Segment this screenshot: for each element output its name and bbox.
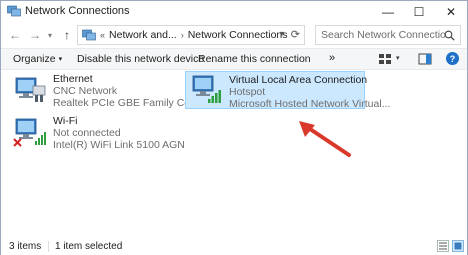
title-bar: Network Connections — ☐ ✕	[1, 1, 467, 23]
details-view-icon[interactable]	[437, 240, 449, 252]
rename-connection-button[interactable]: Rename this connection	[198, 53, 311, 65]
address-bar[interactable]: « Network and... › Network Connections ▾…	[77, 25, 305, 45]
close-icon: ✕	[445, 5, 457, 19]
chevron-down-icon: ▾	[47, 30, 52, 40]
organize-menu[interactable]: Organize ▾	[13, 53, 62, 65]
disable-device-button[interactable]: Disable this network device	[77, 53, 204, 65]
item-count: 3 items	[9, 241, 42, 252]
forward-button[interactable]: →	[27, 26, 43, 44]
wifi-adapter-disconnected-icon	[13, 118, 46, 147]
status-divider	[48, 241, 49, 252]
help-button[interactable]: ?	[446, 52, 459, 65]
status-bar: 3 items 1 item selected	[1, 238, 467, 255]
connection-name: Wi-Fi	[53, 115, 78, 127]
annotation-arrow-icon	[299, 121, 351, 157]
breadcrumb-separator-icon[interactable]: ›	[181, 30, 184, 40]
back-arrow-icon: ←	[9, 28, 21, 42]
search-icon	[444, 30, 455, 41]
recent-locations-button[interactable]: ▾	[45, 26, 55, 44]
address-bar-row: ← → ▾ ↑ « Network and... › Network Conne…	[1, 23, 467, 47]
connection-name: Ethernet	[53, 73, 93, 85]
preview-pane-icon[interactable]	[418, 52, 432, 66]
connection-wifi[interactable]: Wi-Fi Not connected Intel(R) WiFi Link 5…	[9, 115, 185, 153]
connection-ethernet[interactable]: Ethernet CNC Network Realtek PCIe GBE Fa…	[9, 73, 222, 111]
back-button[interactable]: ←	[7, 26, 23, 44]
connection-status: Not connected	[53, 127, 121, 139]
connection-device: Microsoft Hosted Network Virtual...	[229, 98, 391, 110]
breadcrumb-network-and[interactable]: Network and...	[109, 29, 177, 41]
connection-virtual-local-area[interactable]: Virtual Local Area Connection Hotspot Mi…	[185, 71, 390, 110]
breadcrumb-network-connections[interactable]: Network Connections	[188, 29, 288, 41]
selection-count: 1 item selected	[55, 241, 123, 252]
connection-status: CNC Network	[53, 85, 118, 97]
change-view-icon[interactable]	[378, 52, 392, 66]
wireless-adapter-connected-icon	[192, 75, 221, 103]
organize-label: Organize	[13, 53, 56, 65]
address-dropdown-icon[interactable]: ▾	[280, 29, 284, 38]
command-bar: Organize ▾ Disable this network device Re…	[1, 48, 467, 70]
large-icons-view-icon[interactable]	[452, 240, 464, 252]
network-connections-window: Network Connections — ☐ ✕ ← → ▾ ↑ « Netw…	[0, 0, 468, 255]
search-input[interactable]	[321, 29, 445, 41]
window-title: Network Connections	[25, 5, 130, 17]
maximize-button[interactable]: ☐	[404, 1, 434, 23]
search-box[interactable]	[315, 25, 461, 45]
connection-name: Virtual Local Area Connection	[229, 74, 368, 86]
more-commands-button[interactable]: »	[329, 52, 335, 64]
network-folder-icon	[7, 5, 21, 17]
chevron-down-icon: ▾	[58, 56, 63, 63]
maximize-icon: ☐	[413, 5, 425, 19]
connections-list: Ethernet CNC Network Realtek PCIe GBE Fa…	[1, 71, 467, 237]
forward-arrow-icon: →	[29, 28, 41, 42]
close-button[interactable]: ✕	[436, 1, 466, 23]
view-options-dropdown-icon[interactable]: ▾	[396, 54, 400, 62]
connection-device: Intel(R) WiFi Link 5100 AGN	[53, 139, 185, 151]
network-folder-icon	[82, 29, 96, 41]
refresh-icon[interactable]: ⟳	[291, 28, 300, 41]
minimize-button[interactable]: —	[373, 1, 403, 23]
connection-status: Hotspot	[229, 86, 266, 98]
up-button[interactable]: ↑	[59, 26, 75, 44]
minimize-icon: —	[382, 5, 394, 19]
ethernet-adapter-icon	[15, 77, 46, 102]
overflow-crumbs-icon[interactable]: «	[100, 30, 105, 40]
up-arrow-icon: ↑	[64, 28, 70, 42]
